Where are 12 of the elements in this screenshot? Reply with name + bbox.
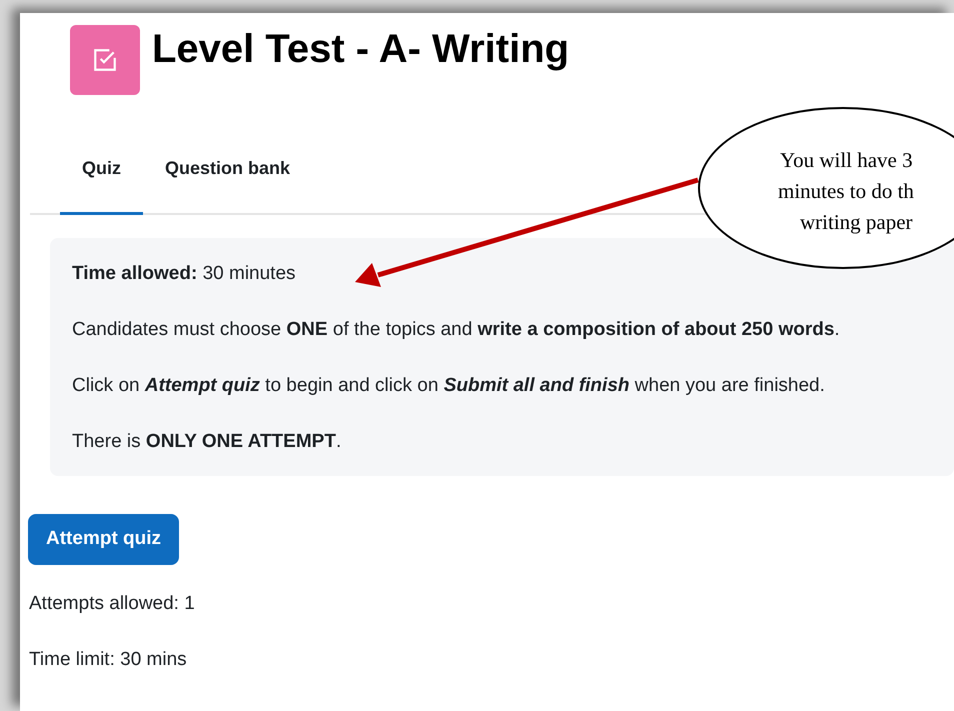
info-paragraph: Click on Attempt quiz to begin and click on Submit all and finish when you are finished. [72, 374, 826, 398]
info-paragraph: There is ONLY ONE ATTEMPT. [72, 430, 342, 454]
quiz-detail: Time limit: 30 mins [29, 648, 188, 672]
page-title: Level Test - A- Writing [152, 29, 570, 69]
tab[interactable]: Question bank [143, 143, 312, 215]
quiz-detail: Attempts allowed: 1 [29, 592, 196, 616]
quiz-icon [70, 25, 140, 95]
attempt-quiz-button[interactable]: Attempt quiz [28, 514, 180, 565]
info-paragraph: Candidates must choose ONE of the topics and write a composition of about 250 words. [72, 318, 841, 342]
tab[interactable]: Quiz [60, 143, 143, 215]
info-paragraph: Time allowed: 30 minutes [72, 262, 297, 286]
callout-text: You will have 3 minutes to do th writing paper [778, 147, 914, 236]
